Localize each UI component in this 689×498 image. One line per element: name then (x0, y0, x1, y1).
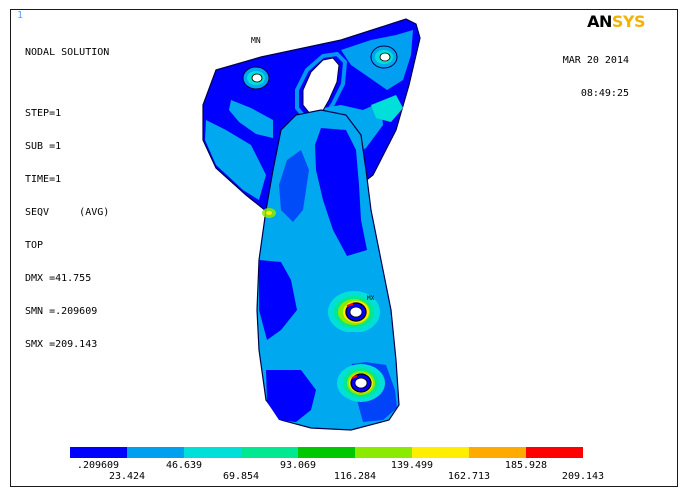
contour-legend-labels: .209609 46.639 93.069 139.499 185.928 23.424 6… (11, 10, 677, 486)
legend-label-bottom-4: 209.143 (561, 471, 605, 482)
legend-label-top-1: 46.639 (165, 460, 203, 471)
legend-label-bottom-0: 23.424 (108, 471, 146, 482)
legend-label-bottom-1: 69.854 (222, 471, 260, 482)
legend-label-top-3: 139.499 (390, 460, 434, 471)
legend-label-top-4: 185.928 (504, 460, 548, 471)
graphics-window[interactable]: 1 NODAL SOLUTION STEP=1 SUB =1 TIME=1 SE… (10, 9, 678, 487)
legend-label-top-0: .209609 (76, 460, 120, 471)
legend-label-bottom-3: 162.713 (447, 471, 491, 482)
legend-label-top-2: 93.069 (279, 460, 317, 471)
legend-label-bottom-2: 116.284 (333, 471, 377, 482)
